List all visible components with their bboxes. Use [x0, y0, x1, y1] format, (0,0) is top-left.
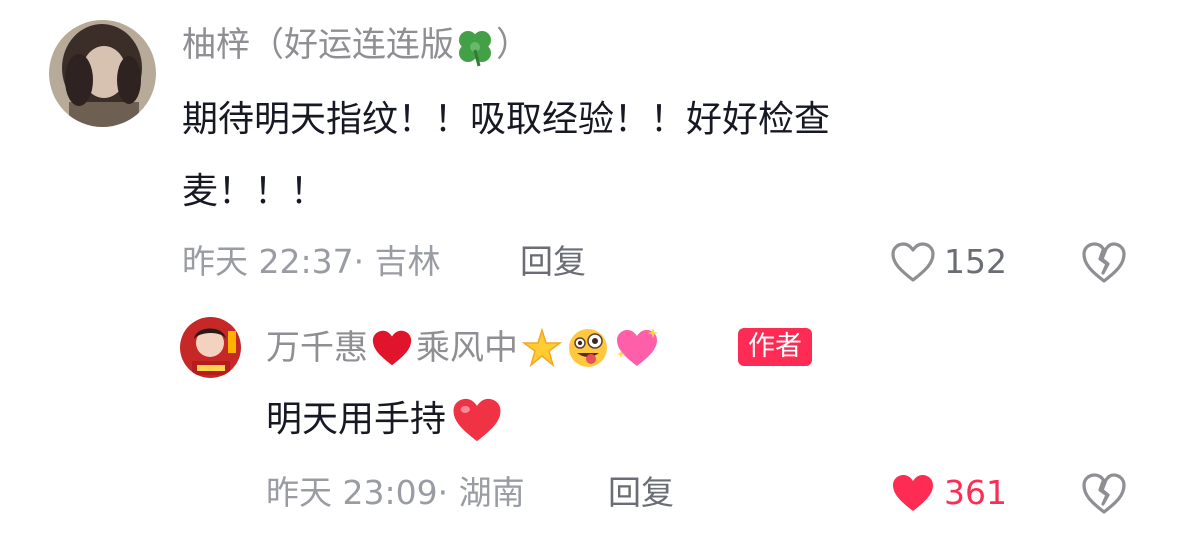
- dislike-button[interactable]: [1081, 240, 1127, 284]
- username-text: 柚梓（好运连连版: [182, 25, 454, 65]
- avatar[interactable]: [180, 317, 241, 378]
- username-text: 万千惠: [266, 328, 368, 368]
- reply-comment-item: 万千惠 乘风中 作者 明天用手持 昨天 23:09· 湖南 回复 361: [0, 300, 1179, 533]
- dislike-broken-heart-icon: [1082, 473, 1126, 514]
- comment-text-line1: 期待明天指纹！！吸取经验！！好好检查: [182, 99, 831, 140]
- comment-text-content: 明天用手持: [266, 399, 447, 440]
- like-button[interactable]: 361: [890, 471, 1007, 515]
- red-heart-emoji: [372, 330, 412, 366]
- username[interactable]: 万千惠 乘风中: [266, 325, 662, 371]
- comment-text-line2: 麦！！！: [182, 171, 327, 212]
- like-count: 152: [944, 242, 1007, 281]
- dislike-broken-heart-icon: [1082, 242, 1126, 283]
- like-heart-icon: [893, 475, 933, 511]
- like-count: 361: [944, 473, 1007, 512]
- dislike-button[interactable]: [1081, 471, 1127, 515]
- sparkling-heart-emoji: [617, 328, 659, 366]
- reply-button[interactable]: 回复: [520, 240, 586, 284]
- comment-meta: 昨天 22:37· 吉林: [182, 242, 441, 281]
- like-button[interactable]: 152: [890, 240, 1007, 284]
- username[interactable]: 柚梓（好运连连版 ）: [182, 22, 530, 68]
- username-status: 乘风中: [416, 328, 518, 368]
- comment-meta: 昨天 23:09· 湖南: [266, 473, 525, 512]
- comment-text: 明天用手持: [266, 384, 504, 456]
- avatar[interactable]: [49, 20, 156, 127]
- sparkle-star-emoji: [521, 327, 563, 368]
- clover-emoji: [459, 30, 491, 66]
- like-heart-icon: [891, 242, 935, 282]
- zany-face-emoji: [569, 329, 607, 367]
- username-suffix: ）: [496, 25, 530, 65]
- reply-button[interactable]: 回复: [608, 471, 674, 515]
- author-badge: 作者: [738, 328, 812, 366]
- comment-item: 柚梓（好运连连版 ） 期待明天指纹！！吸取经验！！好好检查 麦！！！ 昨天 22…: [0, 0, 1179, 300]
- red-heart-emoji: [453, 398, 501, 442]
